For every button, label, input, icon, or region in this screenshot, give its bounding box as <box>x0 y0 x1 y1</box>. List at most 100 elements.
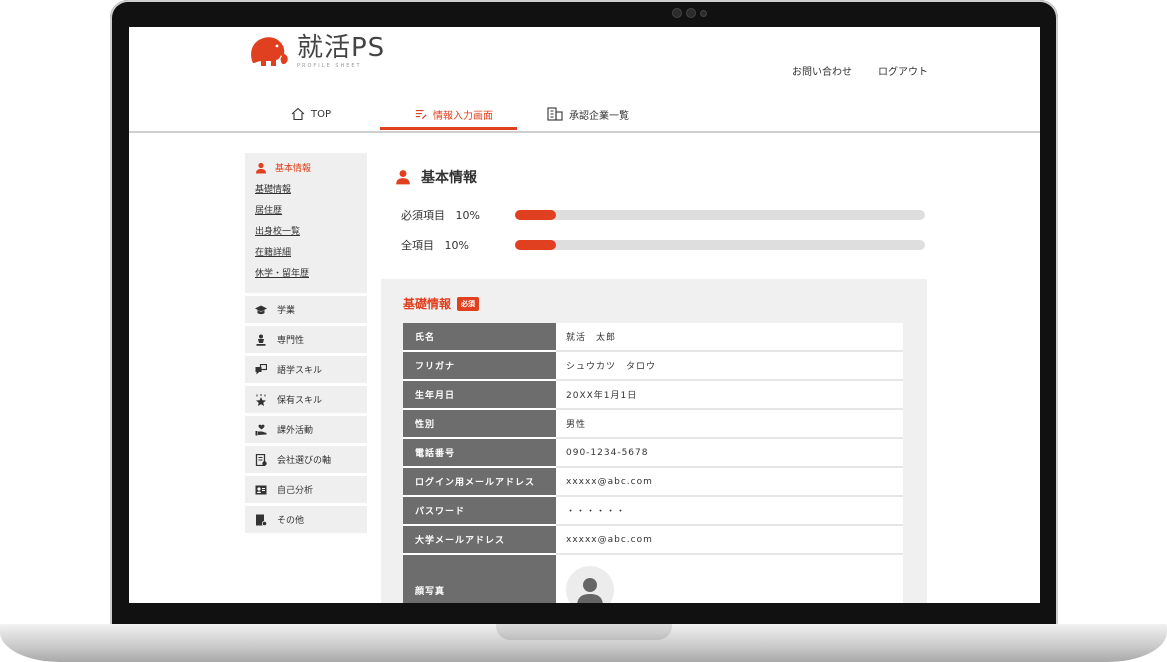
sidebar-item-skills[interactable]: 保有スキル <box>245 386 367 413</box>
progress-required: 必須項目 10% <box>401 207 925 223</box>
section-title: 基本情報 <box>395 167 477 187</box>
sidebar-group-basic: 基本情報 基礎情報 居住歴 出身校一覧 在籍詳細 休学・留年歴 <box>245 153 367 293</box>
user-placeholder-icon <box>577 578 603 603</box>
sidebar-item-label: 語学スキル <box>277 366 323 376</box>
row-value[interactable]: 090-1234-5678 <box>556 438 903 468</box>
sidebar-item-language[interactable]: 語学スキル <box>245 356 367 383</box>
header: 就活PS PROFILE SHEET お問い合わせ ログアウト TOP 情報入力… <box>129 27 1040 133</box>
panel-title-label: 基礎情報 <box>403 297 452 311</box>
basic-info-panel: 基礎情報 必須 氏名 就活 太郎 フリガナ シュウカツ タロウ 生年月日 20XX年1月1… <box>381 279 927 603</box>
row-label: 性別 <box>403 409 556 439</box>
sidebar-item-label: 専門性 <box>277 336 305 346</box>
table-row: 氏名 就活 太郎 <box>403 323 903 352</box>
star-icon <box>256 393 266 406</box>
building-icon <box>547 107 563 121</box>
progress-all: 全項目 10% <box>401 237 925 253</box>
edit-list-icon <box>415 109 427 120</box>
required-badge: 必須 <box>457 296 480 311</box>
sidebar-link-schools[interactable]: 出身校一覧 <box>255 222 357 243</box>
table-row: 性別 男性 <box>403 409 903 439</box>
camera-icon <box>672 8 707 18</box>
hand-heart-icon <box>255 424 267 435</box>
table-row: パスワード ・・・・・・ <box>403 496 903 526</box>
person-stand-icon <box>256 334 266 346</box>
brand-tagline: PROFILE SHEET <box>297 63 362 69</box>
sidebar: 基本情報 基礎情報 居住歴 出身校一覧 在籍詳細 休学・留年歴 学業 専門性 語… <box>245 153 367 536</box>
profile-card-icon <box>255 485 267 494</box>
progress-fill <box>515 210 556 220</box>
progress-all-label: 全項目 10% <box>401 239 469 252</box>
sidebar-item-label: 自己分析 <box>277 486 314 496</box>
tab-approved-companies-label: 承認企業一覧 <box>569 110 629 122</box>
note-icon <box>256 514 267 526</box>
progress-bar <box>515 240 925 250</box>
screen: 就活PS PROFILE SHEET お問い合わせ ログアウト TOP 情報入力… <box>129 27 1040 603</box>
sidebar-item-label: 会社選びの軸 <box>277 456 332 466</box>
logout-link[interactable]: ログアウト <box>878 63 928 78</box>
contact-link[interactable]: お問い合わせ <box>792 63 852 78</box>
row-value[interactable]: xxxxx@abc.com <box>556 525 903 555</box>
table-row: 生年月日 20XX年1月1日 <box>403 380 903 410</box>
sidebar-item-basic[interactable]: 基本情報 <box>255 161 357 174</box>
row-label: ログイン用メールアドレス <box>403 467 556 497</box>
brand-name: 就活PS <box>297 33 386 63</box>
person-icon <box>256 162 266 173</box>
table-row: フリガナ シュウカツ タロウ <box>403 351 903 381</box>
tab-approved-companies[interactable]: 承認企業一覧 <box>547 99 629 129</box>
panel-title: 基礎情報 必須 <box>403 295 480 312</box>
tab-info-input[interactable]: 情報入力画面 <box>415 99 493 129</box>
header-links: お問い合わせ ログアウト <box>792 63 928 78</box>
sidebar-item-label: 保有スキル <box>277 396 323 406</box>
progress-fill <box>515 240 556 250</box>
sidebar-item-extracurricular[interactable]: 課外活動 <box>245 416 367 443</box>
sidebar-link-foundation[interactable]: 基礎情報 <box>255 180 357 201</box>
sidebar-item-label: その他 <box>277 516 305 526</box>
row-label: 電話番号 <box>403 438 556 468</box>
row-value[interactable]: シュウカツ タロウ <box>556 351 903 381</box>
row-label: フリガナ <box>403 351 556 381</box>
table-row: 顔写真 <box>403 554 903 603</box>
tab-info-input-label: 情報入力画面 <box>433 110 493 122</box>
row-value[interactable]: 20XX年1月1日 <box>556 380 903 410</box>
row-label: 氏名 <box>403 323 556 352</box>
tab-top-label: TOP <box>311 108 332 120</box>
home-icon <box>291 107 305 121</box>
row-value <box>556 554 903 603</box>
chat-bubbles-icon <box>255 363 267 374</box>
elephant-logo-icon <box>251 37 288 66</box>
sidebar-link-enrollment[interactable]: 在籍詳細 <box>255 243 357 264</box>
info-table: 氏名 就活 太郎 フリガナ シュウカツ タロウ 生年月日 20XX年1月1日 性別 男性 電話番… <box>403 323 903 603</box>
row-label: 生年月日 <box>403 380 556 410</box>
main-nav: TOP 情報入力画面 承認企業一覧 <box>129 99 1040 131</box>
row-value[interactable]: ・・・・・・ <box>556 496 903 526</box>
row-value[interactable]: xxxxx@abc.com <box>556 467 903 497</box>
tab-top[interactable]: TOP <box>291 99 331 129</box>
progress-bar <box>515 210 925 220</box>
row-label: パスワード <box>403 496 556 526</box>
table-row: ログイン用メールアドレス xxxxx@abc.com <box>403 467 903 497</box>
avatar[interactable] <box>566 566 614 603</box>
laptop-notch <box>496 624 672 640</box>
progress-required-label: 必須項目 10% <box>401 209 480 222</box>
row-value[interactable]: 男性 <box>556 409 903 439</box>
active-tab-indicator <box>380 127 517 130</box>
graduation-cap-icon <box>255 305 267 314</box>
row-label: 顔写真 <box>403 554 556 603</box>
table-row: 大学メールアドレス xxxxx@abc.com <box>403 525 903 555</box>
sidebar-item-specialty[interactable]: 専門性 <box>245 326 367 353</box>
sidebar-item-label: 学業 <box>277 306 296 316</box>
person-icon <box>396 170 410 185</box>
row-value[interactable]: 就活 太郎 <box>556 323 903 352</box>
table-row: 電話番号 090-1234-5678 <box>403 438 903 468</box>
sidebar-item-company-criteria[interactable]: 会社選びの軸 <box>245 446 367 473</box>
sidebar-item-label: 課外活動 <box>277 426 314 436</box>
document-icon <box>255 453 267 466</box>
sidebar-link-leave[interactable]: 休学・留年歴 <box>255 264 357 285</box>
sidebar-link-residence[interactable]: 居住歴 <box>255 201 357 222</box>
sidebar-item-self-analysis[interactable]: 自己分析 <box>245 476 367 503</box>
sidebar-item-academics[interactable]: 学業 <box>245 296 367 323</box>
sidebar-item-other[interactable]: その他 <box>245 506 367 533</box>
logo[interactable]: 就活PS PROFILE SHEET <box>247 33 385 71</box>
row-label: 大学メールアドレス <box>403 525 556 555</box>
section-title-label: 基本情報 <box>421 170 477 186</box>
